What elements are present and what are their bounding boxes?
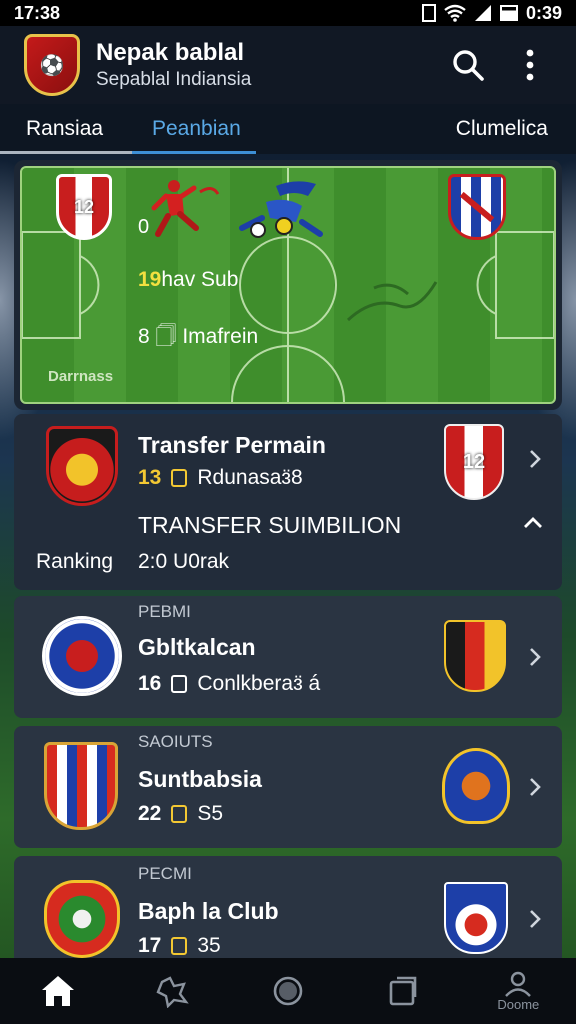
signal-icon — [474, 5, 491, 21]
whistle-icon — [156, 976, 189, 1008]
profile-icon — [505, 971, 532, 997]
app-logo[interactable]: ⚽ — [24, 34, 80, 96]
tab-peanbian[interactable]: Peanbian — [132, 104, 388, 154]
row-meta: 17 35 — [138, 934, 221, 958]
card-meta-text: Rdunasaɜ̈8 — [197, 466, 303, 489]
app-header: ⚽ Nepak bablal Sepablal Indiansia — [0, 26, 576, 104]
goal-scribble-graphic — [346, 281, 438, 322]
app-title: Nepak bablal — [96, 39, 245, 66]
row-meta-text: Conlkberaɜ̈ á — [197, 672, 321, 695]
ticket-icon — [171, 469, 188, 487]
more-vertical-icon — [526, 49, 534, 81]
nav-profile-label: Doome — [497, 996, 540, 1012]
pitch-footer-label: Darrnass — [48, 368, 114, 385]
list-item[interactable]: SAOIUTS Suntbabsia 22 S5 — [14, 726, 562, 848]
red-player-graphic — [151, 180, 220, 237]
row-meta-number: 17 — [138, 934, 162, 957]
chevron-right-icon[interactable] — [524, 646, 546, 668]
ranking-label: Ranking — [36, 550, 114, 573]
row-title: Gbltkalcan — [138, 634, 256, 660]
row-caption: PECMI — [138, 864, 192, 883]
team-crest — [44, 742, 118, 830]
ticket-icon — [171, 805, 188, 823]
tab-ransiaa[interactable]: Ransiaa — [0, 104, 132, 154]
status-time: 17:38 — [14, 2, 61, 23]
blue-player-graphic — [239, 181, 323, 238]
match-card[interactable]: 12 0 19hav Sub 8 🗍 Imafrein Darrnass — [14, 160, 562, 410]
status-bar: 17:38 0:39 — [0, 0, 576, 26]
match-line-1-number: 19 — [138, 268, 162, 291]
match-line-1: 19hav Sub — [138, 268, 238, 292]
lock-icon — [171, 675, 188, 693]
search-button[interactable] — [446, 43, 490, 87]
wifi-icon — [444, 4, 466, 22]
row-meta-text: S5 — [197, 802, 224, 825]
nav-profile[interactable]: Doome — [478, 961, 558, 1021]
opponent-crest — [442, 748, 510, 824]
nav-home[interactable] — [18, 961, 98, 1021]
row-meta: 22 S5 — [138, 802, 223, 826]
row-meta-text: 35 — [197, 934, 221, 957]
status-icons: 0:39 — [421, 2, 562, 24]
status-clock: 0:39 — [525, 2, 562, 23]
pitch: 12 0 19hav Sub 8 🗍 Imafrein Darrnass — [20, 166, 556, 404]
row-title: Baph la Club — [138, 898, 279, 924]
nav-cards[interactable] — [363, 961, 443, 1021]
cards-icon — [389, 976, 417, 1006]
list-item[interactable]: PECMI Baph la Club 17 35 — [14, 856, 562, 958]
ball-icon — [273, 976, 303, 1006]
card-meta: 13 Rdunasaɜ̈8 — [138, 466, 303, 490]
nav-live[interactable] — [248, 961, 328, 1021]
row-meta-number: 16 — [138, 672, 162, 695]
ranking-value: 2:0 U0rak — [138, 550, 230, 573]
ticket-icon — [171, 937, 188, 955]
tab-clumelica[interactable]: Clumelica — [456, 104, 576, 154]
chevron-right-icon[interactable] — [524, 448, 546, 470]
team-crest — [46, 426, 118, 506]
chevron-up-icon[interactable] — [522, 512, 544, 534]
opponent-crest — [444, 882, 508, 954]
home-team-crest: 12 — [56, 174, 112, 240]
transfer-subheader: TRANSFER SUIMBILION — [138, 512, 402, 538]
row-meta-number: 22 — [138, 802, 162, 825]
nfc-icon — [421, 4, 436, 22]
row-caption: SAOIUTS — [138, 732, 213, 751]
team-crest — [44, 880, 120, 958]
match-line-1-text: hav Sub — [161, 268, 239, 291]
app-subtitle: Sepablal Indiansia — [96, 69, 252, 90]
away-team-crest — [448, 174, 506, 240]
nav-whistle[interactable] — [133, 961, 213, 1021]
row-caption: PEBMI — [138, 602, 191, 621]
card-meta-number: 13 — [138, 466, 162, 489]
battery-icon — [499, 5, 518, 21]
chevron-right-icon[interactable] — [524, 776, 546, 798]
bottom-navigation: Doome — [0, 958, 576, 1024]
tab-bar: Ransiaa Peanbian Clumelica — [0, 104, 576, 154]
transfer-card-expanded[interactable]: Transfer Permain 13 Rdunasaɜ̈8 12 TRANSF… — [14, 414, 562, 590]
opponent-crest — [444, 620, 506, 692]
list-item[interactable]: PEBMI Gbltkalcan 16 Conlkberaɜ̈ á — [14, 596, 562, 718]
opponent-crest: 12 — [444, 424, 504, 500]
home-icon — [41, 976, 74, 1006]
team-crest — [42, 616, 122, 696]
chevron-right-icon[interactable] — [524, 908, 546, 930]
row-title: Suntbabsia — [138, 766, 262, 792]
score-left: 0 — [138, 216, 150, 238]
row-meta: 16 Conlkberaɜ̈ á — [138, 672, 320, 696]
card-title: Transfer Permain — [138, 432, 326, 458]
search-icon — [453, 50, 484, 81]
match-line-2: 8 🗍 Imafrein — [138, 325, 259, 348]
more-options-button[interactable] — [508, 43, 552, 87]
